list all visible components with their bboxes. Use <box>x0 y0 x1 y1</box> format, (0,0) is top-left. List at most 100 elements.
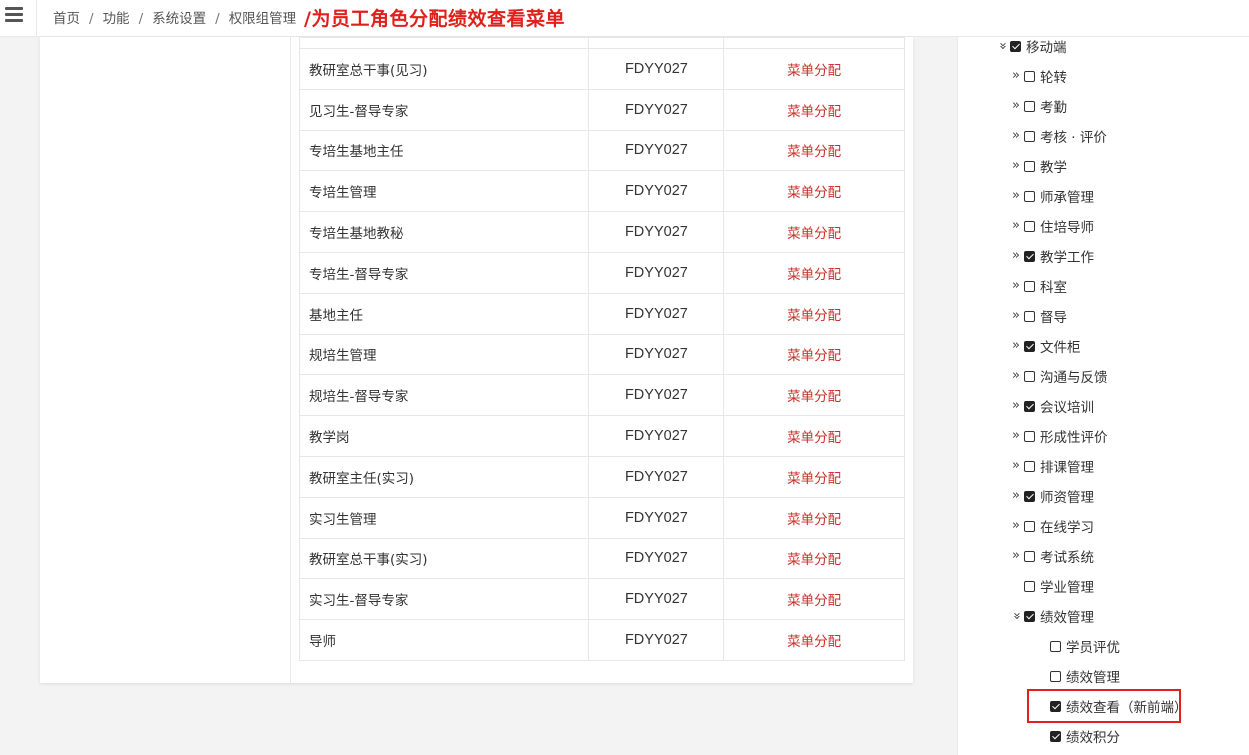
role-code: FDYY027 <box>588 496 725 539</box>
menu-assign-link[interactable]: 菜单分配 <box>787 104 841 120</box>
chevron-right-icon[interactable]: » <box>1010 456 1022 476</box>
breadcrumb-system-settings[interactable]: 系统设置 <box>152 11 206 27</box>
menu-assign-link[interactable]: 菜单分配 <box>787 593 841 609</box>
menu-assign-link[interactable]: 菜单分配 <box>787 634 841 650</box>
chevron-right-icon[interactable]: » <box>1010 426 1022 446</box>
menu-assign-link[interactable]: 菜单分配 <box>787 512 841 528</box>
chevron-right-icon[interactable]: » <box>1010 276 1022 296</box>
chevron-right-icon[interactable]: » <box>1010 96 1022 116</box>
menu-assign-link[interactable]: 菜单分配 <box>787 552 841 568</box>
checkbox-icon[interactable] <box>1024 520 1035 532</box>
chevron-right-icon[interactable]: » <box>1010 156 1022 176</box>
checkbox-icon[interactable] <box>1024 130 1035 142</box>
menu-assign-link[interactable]: 菜单分配 <box>787 471 841 487</box>
chevron-right-icon[interactable]: » <box>1010 186 1022 206</box>
checkbox-icon[interactable] <box>1050 640 1061 652</box>
tree-node-label[interactable]: 轮转 <box>1040 66 1067 86</box>
tree-node-label[interactable]: 考核 · 评价 <box>1040 126 1107 146</box>
checkbox-icon[interactable] <box>1024 70 1035 82</box>
table-row: 专培生基地主任 FDYY027 菜单分配 <box>298 129 905 172</box>
role-name: 专培生-督导专家 <box>298 251 590 294</box>
checkbox-icon[interactable] <box>1024 220 1035 232</box>
tree-node-label[interactable]: 绩效管理 <box>1040 606 1094 626</box>
checkbox-checked-icon[interactable] <box>1024 400 1035 412</box>
tree-node-label[interactable]: 移动端 <box>1026 36 1067 56</box>
tree-node-label[interactable]: 绩效积分 <box>1066 726 1120 746</box>
checkbox-icon[interactable] <box>1024 550 1035 562</box>
checkbox-icon[interactable] <box>1024 310 1035 322</box>
breadcrumb-home[interactable]: 首页 <box>53 11 80 27</box>
menu-assign-link[interactable]: 菜单分配 <box>787 63 841 79</box>
chevron-right-icon[interactable]: » <box>1010 306 1022 326</box>
checkbox-icon[interactable] <box>1024 370 1035 382</box>
chevron-right-icon[interactable]: » <box>1010 246 1022 266</box>
menu-assign-link[interactable]: 菜单分配 <box>787 185 841 201</box>
chevron-down-icon[interactable]: » <box>992 40 1012 52</box>
chevron-right-icon[interactable]: » <box>1010 486 1022 506</box>
tree-node: » 考试系统 <box>1010 546 1094 566</box>
tree-node-label[interactable]: 形成性评价 <box>1040 426 1108 446</box>
tree-node-label[interactable]: 排课管理 <box>1040 456 1094 476</box>
tree-node-label[interactable]: 文件柜 <box>1040 336 1081 356</box>
role-code: FDYY027 <box>588 333 725 376</box>
role-name: 基地主任 <box>298 292 590 335</box>
role-name: 专培生管理 <box>298 170 590 213</box>
tree-node-label[interactable]: 学员评优 <box>1066 636 1120 656</box>
menu-assign-link[interactable]: 菜单分配 <box>787 348 841 364</box>
menu-assign-link[interactable]: 菜单分配 <box>787 308 841 324</box>
role-name: 导师 <box>298 619 590 661</box>
menu-assign-link[interactable]: 菜单分配 <box>787 226 841 242</box>
table-row: 规培生管理 FDYY027 菜单分配 <box>298 333 905 376</box>
checkbox-icon[interactable] <box>1024 430 1035 442</box>
checkbox-icon[interactable] <box>1024 160 1035 172</box>
chevron-down-icon[interactable]: » <box>1006 610 1026 622</box>
checkbox-icon[interactable] <box>1024 190 1035 202</box>
tree-node-label[interactable]: 师承管理 <box>1040 186 1094 206</box>
checkbox-checked-icon[interactable] <box>1024 250 1035 262</box>
checkbox-checked-icon[interactable] <box>1010 40 1021 52</box>
tree-node-label[interactable]: 绩效管理 <box>1066 666 1120 686</box>
tree-node-label[interactable]: 考试系统 <box>1040 546 1094 566</box>
chevron-right-icon[interactable]: » <box>1010 66 1022 86</box>
tree-node-label[interactable]: 督导 <box>1040 306 1067 326</box>
checkbox-icon[interactable] <box>1024 100 1035 112</box>
checkbox-checked-icon[interactable] <box>1024 610 1035 622</box>
menu-assign-link[interactable]: 菜单分配 <box>787 430 841 446</box>
tree-node-label[interactable]: 师资管理 <box>1040 486 1094 506</box>
checkbox-icon[interactable] <box>1024 460 1035 472</box>
chevron-right-icon[interactable]: » <box>1010 216 1022 236</box>
menu-icon[interactable] <box>5 7 23 23</box>
checkbox-icon[interactable] <box>1050 670 1061 682</box>
menu-assign-link[interactable]: 菜单分配 <box>787 144 841 160</box>
tree-node-label[interactable]: 科室 <box>1040 276 1067 296</box>
breadcrumb-separator: / <box>89 11 94 27</box>
role-code: FDYY027 <box>588 211 725 253</box>
checkbox-icon[interactable] <box>1024 580 1035 592</box>
checkbox-checked-icon[interactable] <box>1024 490 1035 502</box>
tree-node-label[interactable]: 学业管理 <box>1040 576 1094 596</box>
tree-node-label[interactable]: 在线学习 <box>1040 516 1094 536</box>
tree-node-label[interactable]: 教学 <box>1040 156 1067 176</box>
chevron-right-icon[interactable]: » <box>1010 126 1022 146</box>
chevron-right-icon[interactable]: » <box>1010 366 1022 386</box>
tree-node: » 移动端 <box>995 36 1067 56</box>
tree-node-label[interactable]: 教学工作 <box>1040 246 1094 266</box>
tree-node-label[interactable]: 会议培训 <box>1040 396 1094 416</box>
tree-node-label[interactable]: 沟通与反馈 <box>1040 366 1108 386</box>
chevron-right-icon[interactable]: » <box>1010 546 1022 566</box>
tree-node: » 文件柜 <box>1010 336 1081 356</box>
tree-node-label[interactable]: 考勤 <box>1040 96 1067 116</box>
breadcrumb-function[interactable]: 功能 <box>103 11 130 27</box>
chevron-right-icon[interactable]: » <box>1010 336 1022 356</box>
tree-node-label[interactable]: 住培导师 <box>1040 216 1094 236</box>
table-row: 教学岗 FDYY027 菜单分配 <box>298 415 905 457</box>
menu-assign-link[interactable]: 菜单分配 <box>787 267 841 283</box>
checkbox-checked-icon[interactable] <box>1024 340 1035 352</box>
checkbox-icon[interactable] <box>1024 280 1035 292</box>
chevron-right-icon[interactable]: » <box>1010 516 1022 536</box>
menu-assign-link[interactable]: 菜单分配 <box>787 389 841 405</box>
role-code: FDYY027 <box>588 129 725 172</box>
role-name: 教学岗 <box>298 415 590 457</box>
checkbox-checked-icon[interactable] <box>1050 730 1061 742</box>
chevron-right-icon[interactable]: » <box>1010 396 1022 416</box>
